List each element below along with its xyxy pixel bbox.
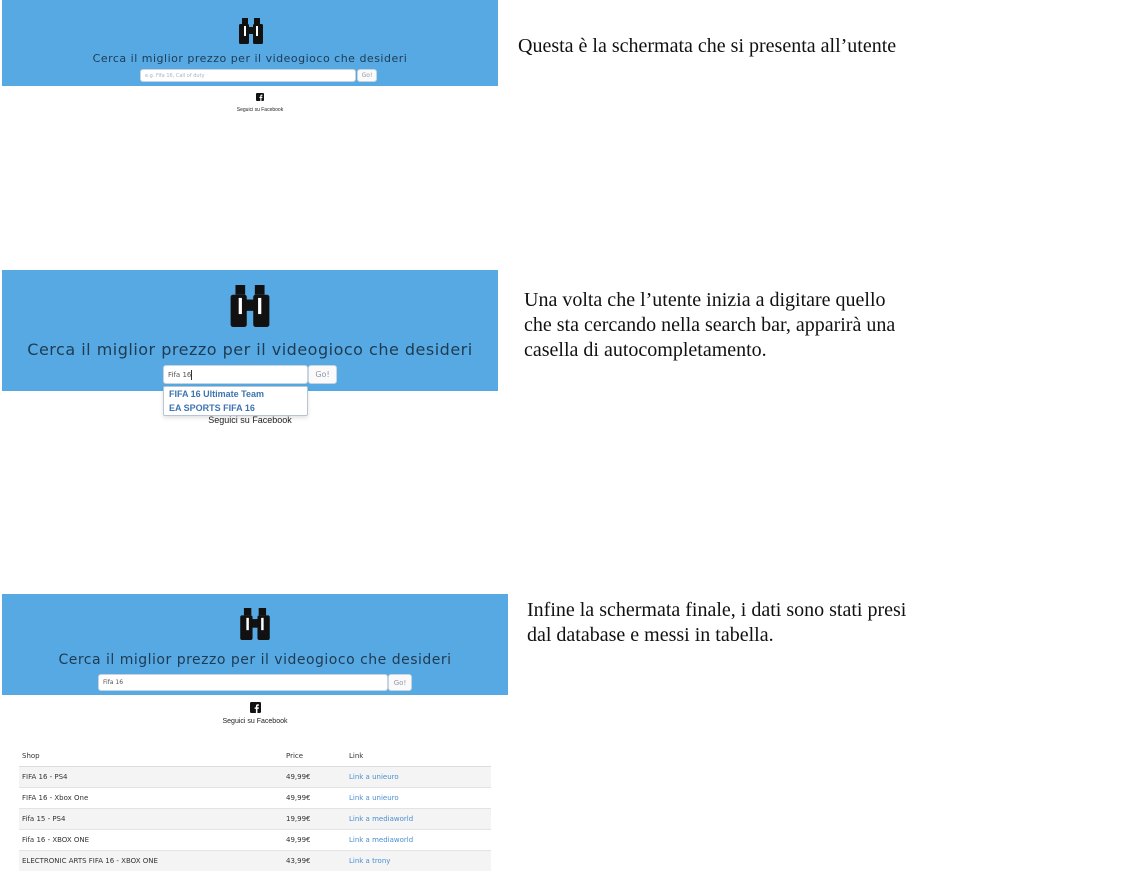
caption-screen1: Questa è la schermata che si presenta al… xyxy=(518,35,897,57)
shop-cell: Fifa 15 - PS4 xyxy=(19,808,285,830)
autocomplete-option[interactable]: EA SPORTS FIFA 16 xyxy=(164,401,307,415)
facebook-follow[interactable]: Seguici su Facebook xyxy=(220,88,300,113)
column-header-price: Price xyxy=(285,745,348,767)
table-row: FIFA 16 - Xbox One 49,99€ Link a unieuro xyxy=(19,787,491,809)
table-row: FIFA 16 - PS4 49,99€ Link a unieuro xyxy=(19,766,491,788)
facebook-label: Seguici su Facebook xyxy=(208,415,292,425)
shop-cell: ELECTRONIC ARTS FIFA 16 - XBOX ONE xyxy=(19,850,285,871)
price-cell: 49,99€ xyxy=(285,787,348,809)
binoculars-icon xyxy=(230,285,270,327)
facebook-follow[interactable]: Seguici su Facebook xyxy=(200,415,300,425)
go-button[interactable]: Go! xyxy=(308,365,337,384)
table-row: ELECTRONIC ARTS FIFA 16 - XBOX ONE 43,99… xyxy=(19,850,491,871)
screenshot-results: Cerca il miglior prezzo per il videogioc… xyxy=(0,594,508,874)
column-header-shop: Shop xyxy=(19,745,285,767)
table-row: Fifa 16 - XBOX ONE 49,99€ Link a mediawo… xyxy=(19,829,491,851)
caption-line: Una volta che l’utente inizia a digitare… xyxy=(524,289,886,311)
tagline: Cerca il miglior prezzo per il videogioc… xyxy=(58,652,452,668)
go-button[interactable]: Go! xyxy=(388,674,412,691)
shop-cell: FIFA 16 - PS4 xyxy=(19,766,285,788)
price-cell: 19,99€ xyxy=(285,808,348,830)
price-cell: 49,99€ xyxy=(285,829,348,851)
binoculars-icon xyxy=(240,608,270,640)
autocomplete-dropdown: FIFA 16 Ultimate Team EA SPORTS FIFA 16 xyxy=(163,386,308,416)
hero-banner: Cerca il miglior prezzo per il videogioc… xyxy=(2,270,498,391)
shop-link[interactable]: Link a unieuro xyxy=(348,787,491,809)
shop-link[interactable]: Link a mediaworld xyxy=(348,829,491,851)
caption-line: dal database e messi in tabella. xyxy=(527,624,774,646)
screenshot-initial: Cerca il miglior prezzo per il videogioc… xyxy=(0,0,500,120)
shop-cell: Fifa 16 - XBOX ONE xyxy=(19,829,285,851)
shop-link[interactable]: Link a mediaworld xyxy=(348,808,491,830)
screenshot-autocomplete: Cerca il miglior prezzo per il videogioc… xyxy=(0,270,500,430)
table-row: Fifa 15 - PS4 19,99€ Link a mediaworld xyxy=(19,808,491,830)
search-input[interactable]: Fifa 16 xyxy=(163,365,308,384)
hero-banner: Cerca il miglior prezzo per il videogioc… xyxy=(2,0,498,86)
hero-banner: Cerca il miglior prezzo per il videogioc… xyxy=(2,594,508,695)
search-value: Fifa 16 xyxy=(168,370,192,379)
results-table: Shop Price Link FIFA 16 - PS4 49,99€ Lin… xyxy=(19,745,491,871)
text-cursor xyxy=(191,369,193,380)
caption-screen2: Una volta che l’utente inizia a digitare… xyxy=(524,288,895,363)
shop-cell: FIFA 16 - Xbox One xyxy=(19,787,285,809)
facebook-follow[interactable]: Seguici su Facebook xyxy=(210,700,300,725)
price-cell: 43,99€ xyxy=(285,850,348,871)
search-value: Fifa 16 xyxy=(103,679,124,686)
caption-line: Infine la schermata finale, i dati sono … xyxy=(527,599,907,621)
shop-link[interactable]: Link a unieuro xyxy=(348,766,491,788)
facebook-label: Seguici su Facebook xyxy=(236,107,284,113)
search-input[interactable]: Fifa 16 xyxy=(98,674,388,691)
facebook-icon xyxy=(249,702,261,713)
caption-line: casella di autocompletamento. xyxy=(524,339,767,361)
table-header-row: Shop Price Link xyxy=(19,745,491,767)
go-button[interactable]: Go! xyxy=(357,69,377,82)
tagline: Cerca il miglior prezzo per il videogioc… xyxy=(92,52,408,65)
tagline: Cerca il miglior prezzo per il videogioc… xyxy=(27,340,473,359)
search-input[interactable]: e.g. Fifa 16, Call of duty xyxy=(140,69,356,82)
facebook-label: Seguici su Facebook xyxy=(222,718,288,725)
search-placeholder: e.g. Fifa 16, Call of duty xyxy=(145,72,205,79)
caption-line: che sta cercando nella search bar, appar… xyxy=(524,314,896,336)
shop-link[interactable]: Link a trony xyxy=(348,850,491,871)
binoculars-icon xyxy=(239,18,263,44)
price-cell: 49,99€ xyxy=(285,766,348,788)
column-header-link: Link xyxy=(348,745,491,767)
caption-screen3: Infine la schermata finale, i dati sono … xyxy=(527,598,906,648)
autocomplete-option[interactable]: FIFA 16 Ultimate Team xyxy=(164,387,307,401)
facebook-icon xyxy=(256,93,264,101)
